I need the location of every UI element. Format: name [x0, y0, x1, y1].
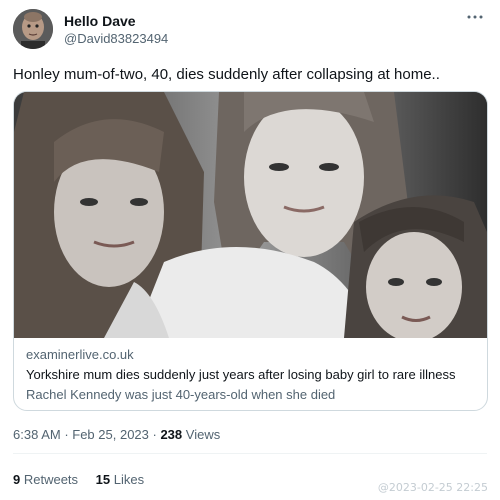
likes-label: Likes: [110, 472, 145, 487]
retweets-label: Retweets: [20, 472, 79, 487]
more-horizontal-icon[interactable]: [465, 11, 485, 25]
display-name[interactable]: Hello Dave: [64, 13, 136, 29]
tweet-header: Hello Dave @David83823494: [13, 9, 487, 49]
article-photo[interactable]: [14, 92, 487, 338]
card-title[interactable]: Yorkshire mum dies suddenly just years a…: [26, 367, 455, 382]
avatar[interactable]: [13, 9, 53, 49]
tweet-date[interactable]: Feb 25, 2023: [72, 427, 149, 442]
card-domain: examinerlive.co.uk: [26, 347, 134, 362]
retweets-stat[interactable]: 9 Retweets: [13, 472, 78, 487]
meta-separator: ·: [148, 427, 161, 442]
views-count: 238: [160, 427, 183, 442]
timestamp-watermark: @2023-02-25 22:25: [377, 481, 488, 494]
tweet-time[interactable]: 6:38 AM: [13, 427, 61, 442]
link-card[interactable]: examinerlive.co.uk Yorkshire mum dies su…: [13, 91, 488, 411]
views-label: Views: [182, 427, 221, 442]
user-handle[interactable]: @David83823494: [64, 31, 168, 46]
likes-stat[interactable]: 15 Likes: [96, 472, 144, 487]
meta-separator: ·: [60, 427, 73, 442]
tweet-text: Honley mum-of-two, 40, dies suddenly aft…: [13, 66, 440, 83]
likes-count: 15: [95, 472, 111, 487]
tweet-meta: 6:38 AM · Feb 25, 2023 · 238 Views: [13, 427, 220, 442]
user-avatar-photo: [13, 9, 53, 49]
tweet-stats: 9 Retweets 15 Likes: [13, 472, 158, 487]
card-description: Rachel Kennedy was just 40-years-old whe…: [26, 387, 336, 402]
divider: [13, 453, 487, 454]
